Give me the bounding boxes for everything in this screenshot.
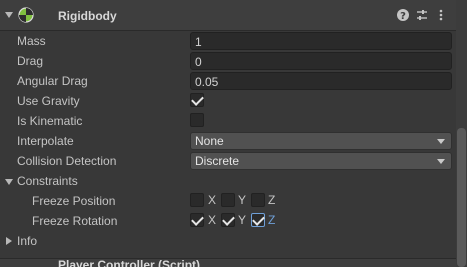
mass-label: Mass	[17, 34, 46, 48]
mass-row: Mass 1	[0, 31, 456, 51]
angular-drag-row: Angular Drag 0.05	[0, 71, 456, 91]
constraints-foldout-icon[interactable]	[5, 179, 13, 185]
constraints-row[interactable]: Constraints	[0, 171, 456, 191]
freeze-rotation-y-checkbox[interactable]	[221, 213, 235, 227]
use-gravity-checkbox[interactable]	[190, 93, 204, 107]
scrollbar-thumb[interactable]	[457, 128, 466, 267]
constraints-label: Constraints	[17, 174, 78, 188]
dropdown-arrow-icon	[437, 139, 445, 144]
freeze-position-z-checkbox[interactable]	[251, 193, 265, 207]
use-gravity-label: Use Gravity	[17, 94, 80, 108]
freeze-rotation-row: Freeze Rotation X Y Z	[0, 211, 456, 231]
freeze-rotation-y-label: Y	[238, 213, 247, 227]
interpolate-value: None	[195, 134, 224, 148]
freeze-position-row: Freeze Position X Y Z	[0, 191, 456, 211]
component-title: Rigidbody	[58, 9, 117, 23]
interpolate-label: Interpolate	[17, 134, 74, 148]
info-foldout-icon[interactable]	[6, 237, 12, 245]
collision-detection-row: Collision Detection Discrete	[0, 151, 456, 171]
next-component-title: Player Controller (Script)	[58, 259, 201, 267]
drag-label: Drag	[17, 54, 44, 68]
dropdown-arrow-icon	[437, 159, 445, 164]
freeze-position-y-label: Y	[238, 193, 247, 207]
collision-detection-value: Discrete	[195, 154, 240, 168]
info-row[interactable]: Info	[0, 231, 456, 251]
freeze-rotation-label: Freeze Rotation	[32, 214, 118, 228]
inspector-panel: Rigidbody ? Mass 1 Drag 0 Angular Drag 0…	[0, 0, 467, 267]
interpolate-dropdown[interactable]: None	[190, 132, 452, 150]
freeze-position-z-label: Z	[268, 193, 276, 207]
drag-field[interactable]: 0	[190, 52, 452, 70]
info-label: Info	[17, 234, 38, 248]
foldout-arrow-icon[interactable]	[5, 12, 13, 18]
angular-drag-label: Angular Drag	[17, 74, 88, 88]
mass-field[interactable]: 1	[190, 32, 452, 50]
collision-detection-dropdown[interactable]: Discrete	[190, 152, 452, 170]
collision-detection-label: Collision Detection	[17, 154, 117, 168]
freeze-rotation-x-checkbox[interactable]	[190, 213, 204, 227]
freeze-position-label: Freeze Position	[32, 194, 116, 208]
freeze-position-x-checkbox[interactable]	[190, 193, 204, 207]
freeze-position-y-checkbox[interactable]	[221, 193, 235, 207]
freeze-position-x-label: X	[208, 193, 217, 207]
help-icon[interactable]: ?	[396, 8, 410, 22]
rigidbody-component-icon[interactable]	[18, 7, 34, 23]
preset-settings-icon[interactable]	[415, 8, 429, 22]
context-menu-icon[interactable]	[434, 8, 448, 22]
freeze-rotation-z-checkbox[interactable]	[251, 213, 265, 227]
drag-row: Drag 0	[0, 51, 456, 71]
freeze-rotation-z-label: Z	[268, 213, 276, 227]
interpolate-row: Interpolate None	[0, 131, 456, 151]
is-kinematic-checkbox[interactable]	[190, 113, 204, 127]
freeze-rotation-x-label: X	[208, 213, 217, 227]
svg-text:?: ?	[400, 11, 406, 22]
use-gravity-row: Use Gravity	[0, 91, 456, 111]
angular-drag-field[interactable]: 0.05	[190, 72, 452, 90]
component-header[interactable]: Rigidbody ?	[0, 0, 456, 31]
is-kinematic-label: Is Kinematic	[17, 114, 83, 128]
is-kinematic-row: Is Kinematic	[0, 111, 456, 131]
